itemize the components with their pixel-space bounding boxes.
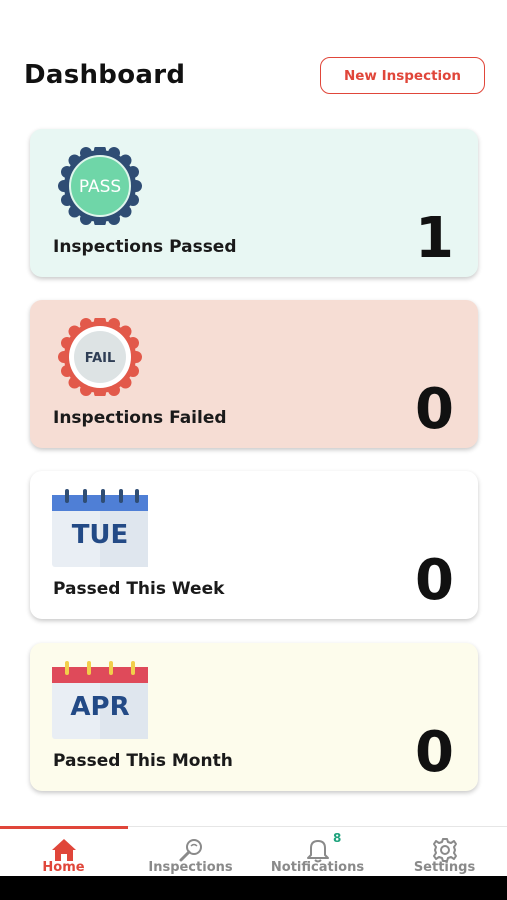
tab-label: Settings	[413, 860, 476, 875]
inspections-passed-card[interactable]: PASS Inspections Passed 1	[30, 129, 478, 277]
tab-label: Home	[42, 860, 85, 875]
notification-count-badge: 8	[333, 831, 342, 845]
svg-text:PASS: PASS	[79, 177, 121, 197]
system-navigation-bar	[0, 876, 507, 900]
bottom-navigation: Home Inspections 8 Notifications Setting…	[0, 826, 507, 876]
tab-inspections[interactable]: Inspections	[127, 827, 254, 877]
svg-text:TUE: TUE	[72, 520, 129, 550]
new-inspection-button[interactable]: New Inspection	[320, 57, 485, 94]
card-label: Passed This Month	[53, 751, 233, 771]
tab-home[interactable]: Home	[0, 827, 127, 877]
card-value: 0	[415, 720, 454, 785]
svg-text:APR: APR	[70, 692, 129, 722]
card-label: Inspections Failed	[53, 408, 227, 428]
tab-label: Notifications	[270, 860, 365, 875]
inspections-failed-card[interactable]: FAIL Inspections Failed 0	[30, 300, 478, 448]
tab-notifications[interactable]: 8 Notifications	[254, 827, 381, 877]
passed-this-month-card[interactable]: APR Passed This Month 0	[30, 643, 478, 791]
calendar-icon: TUE	[52, 489, 148, 567]
card-value: 1	[415, 206, 454, 271]
passed-this-week-card[interactable]: TUE Passed This Week 0	[30, 471, 478, 619]
tab-settings[interactable]: Settings	[381, 827, 507, 877]
card-value: 0	[415, 548, 454, 613]
calendar-icon: APR	[52, 661, 148, 739]
card-value: 0	[415, 377, 454, 442]
svg-text:FAIL: FAIL	[85, 351, 116, 366]
tab-label: Inspections	[148, 860, 233, 875]
fail-badge-icon: FAIL	[58, 318, 142, 396]
pass-badge-icon: PASS	[58, 147, 142, 225]
page-title: Dashboard	[24, 60, 186, 90]
header: Dashboard New Inspection	[0, 56, 507, 96]
card-label: Passed This Week	[53, 579, 225, 599]
card-label: Inspections Passed	[53, 237, 237, 257]
